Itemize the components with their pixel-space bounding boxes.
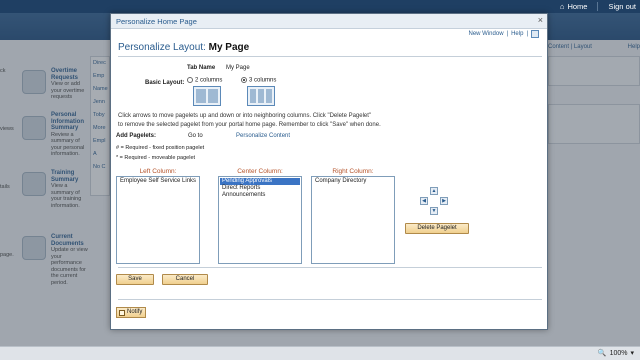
right-column-list[interactable]: Company Directory bbox=[311, 176, 395, 264]
right-column: Right Column: Company Directory bbox=[311, 167, 395, 264]
dialog-links: New Window | Help | bbox=[469, 30, 539, 38]
notify-label: Notify bbox=[127, 309, 143, 315]
divider bbox=[118, 56, 542, 57]
signout-link[interactable]: Sign out bbox=[608, 2, 636, 11]
legend-moveable: * = Required - moveable pagelet bbox=[116, 155, 196, 161]
arrow-up-icon[interactable]: ▲ bbox=[430, 187, 438, 195]
zoom-icon: 🔍 bbox=[597, 350, 607, 357]
home-link[interactable]: ⌂ Home bbox=[560, 2, 588, 11]
pagelet-item[interactable]: Employee Self Service Links bbox=[118, 178, 198, 185]
tab-name-label: Tab Name bbox=[187, 65, 216, 71]
arrow-right-icon[interactable]: ▶ bbox=[440, 197, 448, 205]
heading-page: My Page bbox=[208, 42, 250, 53]
pagelet-item[interactable]: Announcements bbox=[220, 192, 300, 199]
go-to-label: Go to bbox=[188, 133, 203, 139]
heading-prefix: Personalize Layout: bbox=[118, 42, 206, 53]
delete-pagelet-button[interactable]: Delete Pagelet bbox=[405, 223, 469, 234]
left-column-header: Left Column: bbox=[139, 168, 177, 175]
notify-button[interactable]: Notify bbox=[116, 307, 146, 318]
layout-3-columns-icon[interactable] bbox=[247, 86, 275, 106]
legend-fixed: # = Required - fixed position pagelet bbox=[116, 145, 205, 151]
layout-option-label: 3 columns bbox=[249, 77, 277, 84]
arrow-down-icon[interactable]: ▼ bbox=[430, 207, 438, 215]
divider bbox=[597, 2, 599, 11]
radio-2-columns[interactable] bbox=[187, 77, 193, 83]
left-column-list[interactable]: Employee Self Service Links bbox=[116, 176, 200, 264]
add-pagelets-label: Add Pagelets: bbox=[116, 133, 157, 139]
home-icon: ⌂ bbox=[559, 2, 565, 11]
radio-3-columns[interactable] bbox=[241, 77, 247, 83]
layout-option-3-columns[interactable]: 3 columns bbox=[241, 77, 276, 84]
instructions: Click arrows to move pagelets up and dow… bbox=[118, 112, 542, 130]
page-title: Personalize Layout: My Page bbox=[118, 42, 249, 53]
personalize-content-link[interactable]: Personalize Content bbox=[236, 133, 290, 139]
personalize-dialog: Personalize Home Page × New Window | Hel… bbox=[110, 13, 548, 330]
zoom-value: 100% bbox=[609, 349, 628, 357]
right-column-header: Right Column: bbox=[332, 168, 374, 175]
basic-layout-label: Basic Layout: bbox=[145, 80, 185, 86]
cancel-button[interactable]: Cancel bbox=[162, 274, 208, 285]
dialog-title-bar: Personalize Home Page × bbox=[111, 14, 547, 29]
chevron-down-icon: ▾ bbox=[630, 350, 634, 357]
top-bar: ⌂ Home Sign out bbox=[0, 0, 640, 13]
zoom-control[interactable]: 🔍 100% ▾ bbox=[597, 349, 634, 358]
instruction-line: Click arrows to move pagelets up and dow… bbox=[118, 113, 372, 119]
tab-name-value: My Page bbox=[226, 65, 250, 71]
left-column: Left Column: Employee Self Service Links bbox=[116, 167, 200, 264]
save-button[interactable]: Save bbox=[116, 274, 154, 285]
divider bbox=[118, 299, 542, 300]
instruction-line: to remove the selected pagelet from your… bbox=[118, 122, 381, 128]
arrow-left-icon[interactable]: ◀ bbox=[420, 197, 428, 205]
layout-2-columns-icon[interactable] bbox=[193, 86, 221, 106]
link-separator: | bbox=[526, 31, 528, 37]
layout-option-2-columns[interactable]: 2 columns bbox=[187, 77, 222, 84]
signout-label: Sign out bbox=[608, 2, 636, 11]
link-separator: | bbox=[506, 31, 509, 37]
page-icon[interactable] bbox=[531, 30, 539, 38]
help-link[interactable]: Help bbox=[511, 31, 523, 37]
layout-option-label: 2 columns bbox=[195, 77, 223, 84]
pagelet-item[interactable]: Company Directory bbox=[313, 178, 393, 185]
new-window-link[interactable]: New Window bbox=[469, 31, 504, 37]
home-label: Home bbox=[567, 2, 588, 11]
status-bar: 🔍 100% ▾ bbox=[0, 346, 640, 360]
move-arrows: ▲ ◀ ▶ ▼ bbox=[420, 187, 448, 215]
pagelet-item-selected[interactable]: Pending Approvals bbox=[220, 178, 300, 185]
center-column-header: Center Column: bbox=[237, 168, 283, 175]
center-column: Center Column: Pending Approvals Direct … bbox=[218, 167, 302, 264]
dialog-title: Personalize Home Page bbox=[116, 17, 197, 26]
center-column-list[interactable]: Pending Approvals Direct Reports Announc… bbox=[218, 176, 302, 264]
pagelet-item[interactable]: Direct Reports bbox=[220, 185, 300, 192]
close-icon[interactable]: × bbox=[538, 15, 543, 25]
divider bbox=[118, 267, 542, 268]
notify-icon bbox=[119, 309, 125, 316]
